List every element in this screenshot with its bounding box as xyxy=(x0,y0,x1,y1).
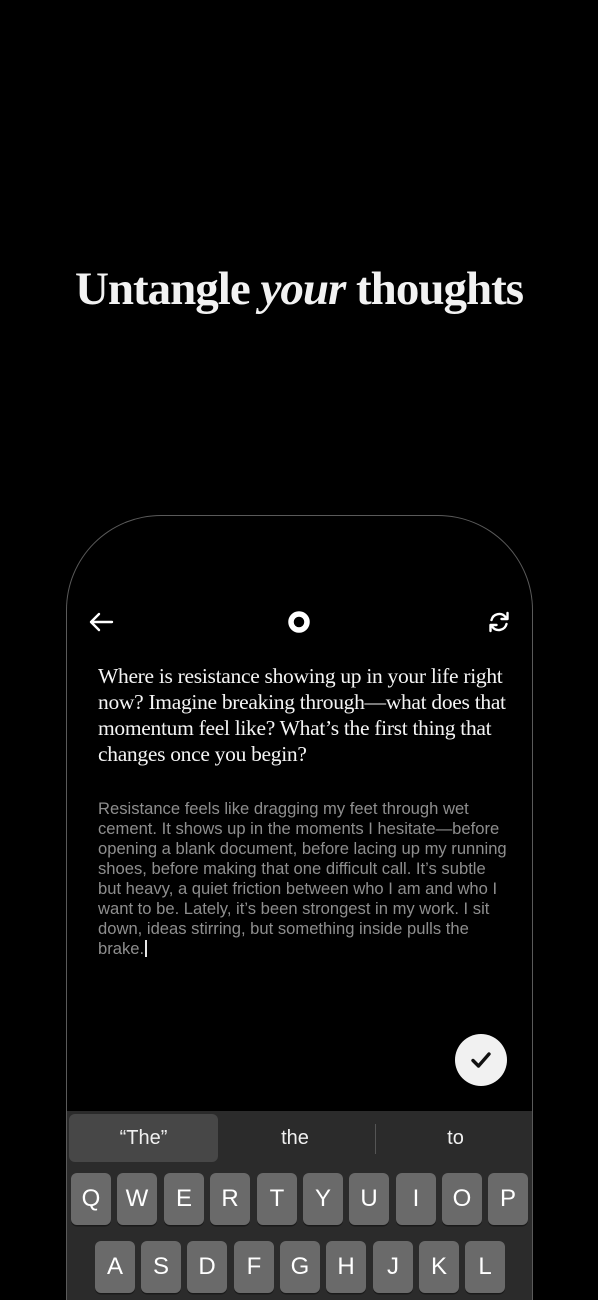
suggestion-2[interactable]: the xyxy=(222,1114,368,1162)
suggestion-1[interactable]: “The” xyxy=(69,1114,218,1162)
refresh-icon xyxy=(489,611,509,633)
headline-part-3: thoughts xyxy=(345,263,524,315)
journal-prompt: Where is resistance showing up in your l… xyxy=(98,664,506,766)
key-d[interactable]: D xyxy=(187,1241,227,1293)
refresh-button[interactable] xyxy=(481,604,517,640)
key-k[interactable]: K xyxy=(419,1241,459,1293)
key-g[interactable]: G xyxy=(280,1241,320,1293)
key-i[interactable]: I xyxy=(396,1173,436,1225)
keyboard: “The” the to Q W E R T Y U I O P A S D F… xyxy=(67,1111,532,1300)
key-o[interactable]: O xyxy=(442,1173,482,1225)
key-p[interactable]: P xyxy=(488,1173,528,1225)
checkmark-icon xyxy=(471,1052,491,1068)
record-circle-icon xyxy=(288,611,310,633)
headline-part-1: Untangle xyxy=(74,263,261,315)
suggestion-divider xyxy=(375,1124,376,1154)
key-e[interactable]: E xyxy=(164,1173,204,1225)
key-y[interactable]: Y xyxy=(303,1173,343,1225)
key-j[interactable]: J xyxy=(373,1241,413,1293)
headline-emphasis: your xyxy=(260,263,346,315)
done-button[interactable] xyxy=(455,1034,507,1086)
key-s[interactable]: S xyxy=(141,1241,181,1293)
record-button[interactable] xyxy=(281,604,317,640)
top-bar xyxy=(67,604,532,640)
key-t[interactable]: T xyxy=(257,1173,297,1225)
key-q[interactable]: Q xyxy=(71,1173,111,1225)
key-f[interactable]: F xyxy=(234,1241,274,1293)
key-l[interactable]: L xyxy=(465,1241,505,1293)
journal-entry-input[interactable]: Resistance feels like dragging my feet t… xyxy=(98,799,510,959)
phone-frame: Where is resistance showing up in your l… xyxy=(66,515,533,1300)
back-button[interactable] xyxy=(83,604,119,640)
key-u[interactable]: U xyxy=(349,1173,389,1225)
key-w[interactable]: W xyxy=(117,1173,157,1225)
arrow-left-icon xyxy=(89,612,114,632)
headline: Untangle your thoughts xyxy=(0,262,598,316)
journal-entry-text: Resistance feels like dragging my feet t… xyxy=(98,799,507,958)
text-cursor xyxy=(145,940,147,957)
key-h[interactable]: H xyxy=(326,1241,366,1293)
key-a[interactable]: A xyxy=(95,1241,135,1293)
key-r[interactable]: R xyxy=(210,1173,250,1225)
suggestion-3[interactable]: to xyxy=(377,1114,532,1162)
